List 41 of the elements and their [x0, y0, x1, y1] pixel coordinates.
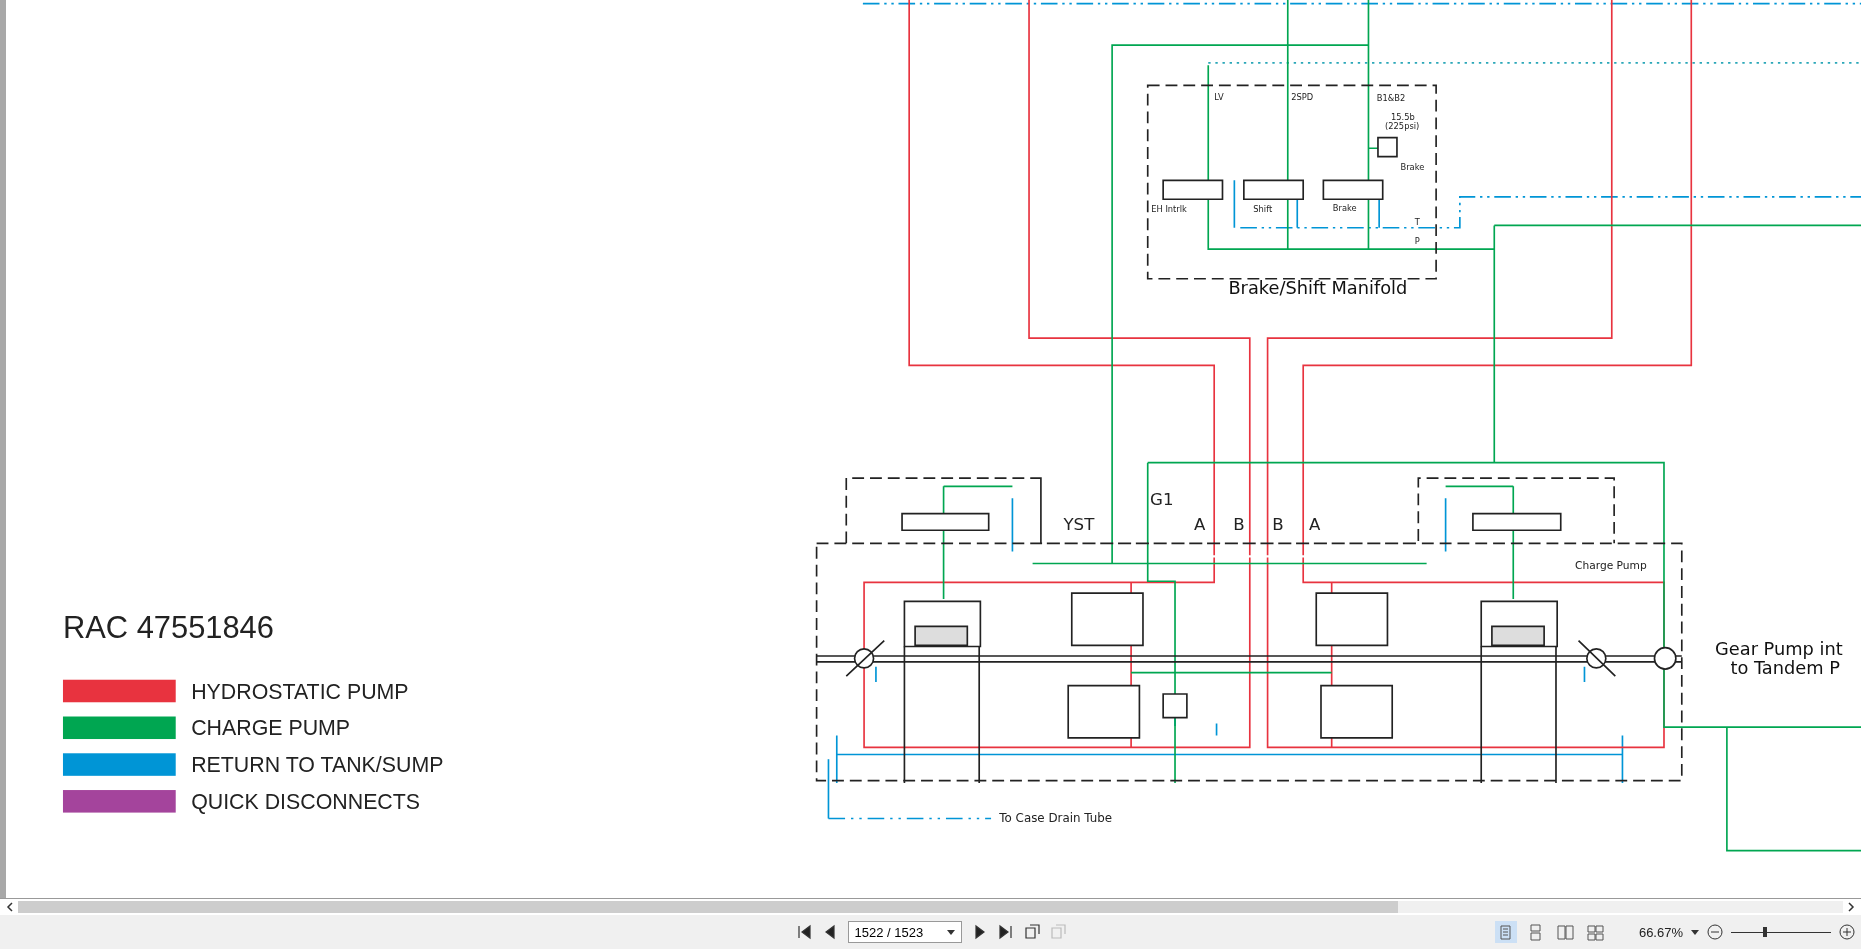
schematic-label: Brake	[1400, 161, 1425, 172]
navigation-arrow-icon[interactable]	[997, 924, 1014, 940]
schematic-label: G1	[1150, 490, 1174, 510]
schematic-label: YST	[1063, 515, 1095, 535]
schematic-label: 2SPD	[1291, 91, 1314, 102]
page-layout-icon	[1587, 923, 1605, 941]
schematic-label: Gear Pump int	[1715, 637, 1843, 659]
page-view-icon[interactable]	[1023, 924, 1040, 940]
schematic-label: Shift	[1253, 204, 1273, 215]
schematic-label: To Case Drain Tube	[999, 811, 1113, 826]
legend-label: HYDROSTATIC PUMP	[191, 679, 409, 704]
zoom-percentage[interactable]: 66.67%	[1638, 924, 1683, 940]
schematic-label: P	[1414, 236, 1420, 247]
legend-label: CHARGE PUMP	[191, 716, 351, 741]
scroll-right-icon[interactable]	[1847, 902, 1855, 912]
navigation-arrow-icon[interactable]	[795, 924, 812, 940]
schematic-label: T	[1414, 217, 1420, 228]
schematic-label: Brake/Shift Manifold	[1228, 277, 1408, 299]
schematic-label: B	[1272, 515, 1284, 535]
page-layout-icon	[1557, 923, 1575, 941]
schematic-label: B	[1233, 515, 1245, 535]
caret-icon[interactable]	[1691, 929, 1699, 935]
schematic-label: A	[1309, 515, 1321, 535]
schematic-label: (225psi)	[1385, 121, 1420, 132]
schematic-label: A	[1194, 515, 1206, 535]
caret-icon	[946, 929, 955, 935]
document-title: RAC 47551846	[62, 610, 274, 646]
zoom-in-icon[interactable]	[1839, 924, 1855, 940]
zoom-out-icon[interactable]	[1707, 924, 1723, 940]
schematic-label: B1&B2	[1376, 92, 1406, 103]
schematic-label: LV	[1214, 91, 1224, 102]
schematic-label: EH Intrlk	[1151, 204, 1187, 215]
legend-label: QUICK DISCONNECTS	[191, 790, 421, 815]
zoom-slider[interactable]	[1731, 925, 1831, 939]
scroll-left-icon[interactable]	[6, 902, 14, 912]
legend-label: RETURN TO TANK/SUMP	[191, 753, 444, 778]
schematic-label: Charge Pump	[1575, 559, 1647, 573]
scrollbar-thumb[interactable]	[18, 901, 1398, 913]
schematic-label: Brake	[1332, 203, 1357, 214]
page-number-field[interactable]: 1522 / 1523	[847, 921, 962, 943]
schematic-label: 15.5b	[1391, 111, 1415, 122]
